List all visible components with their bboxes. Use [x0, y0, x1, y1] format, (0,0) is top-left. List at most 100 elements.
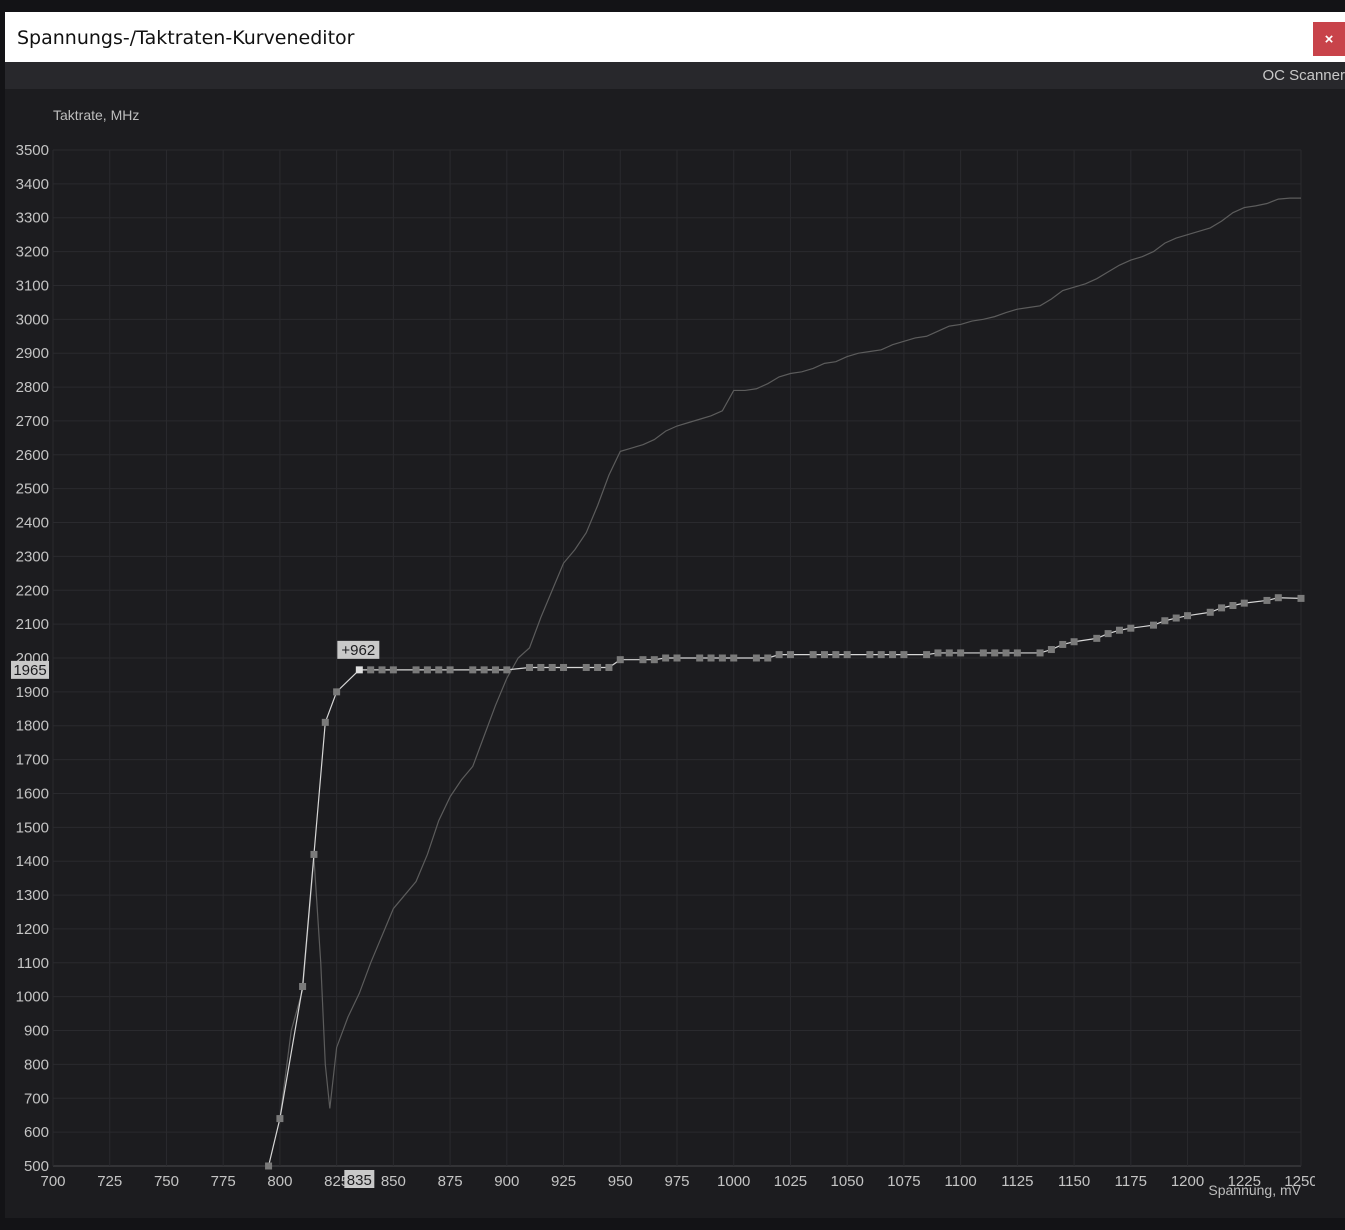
curve-point[interactable]: [866, 651, 874, 659]
y-tick-label: 1000: [16, 989, 49, 1006]
close-button[interactable]: ×: [1313, 22, 1345, 56]
y-tick-label: 2400: [16, 515, 49, 532]
curve-point[interactable]: [469, 666, 477, 674]
curve-point[interactable]: [446, 666, 454, 674]
curve-point[interactable]: [889, 651, 897, 659]
curve-point[interactable]: [333, 688, 341, 696]
curve-point[interactable]: [639, 656, 647, 664]
curve-point[interactable]: [1274, 594, 1282, 602]
curve-point[interactable]: [1013, 649, 1021, 657]
curve-point[interactable]: [662, 654, 670, 662]
curve-point[interactable]: [718, 654, 726, 662]
x-tick-label: 1075: [887, 1173, 920, 1190]
curve-point[interactable]: [843, 651, 851, 659]
curve-point[interactable]: [1206, 608, 1214, 616]
curve-point[interactable]: [786, 651, 794, 659]
curve-point[interactable]: [423, 666, 431, 674]
curve-point[interactable]: [605, 663, 613, 671]
x-tick-label: 925: [551, 1173, 576, 1190]
x-axis-ticks: 700 725 750 775 800 825 850 875 900 925 950 975 1000…: [40, 1173, 1315, 1190]
curve-point[interactable]: [991, 649, 999, 657]
y-tick-label: 1100: [17, 955, 49, 972]
y-tick-label: 3500: [16, 142, 49, 159]
curve-point[interactable]: [1229, 602, 1237, 610]
curve-point[interactable]: [832, 651, 840, 659]
curve-point[interactable]: [923, 651, 931, 659]
curve-point[interactable]: [1240, 599, 1248, 607]
curve-point[interactable]: [650, 656, 658, 664]
curve-point[interactable]: [1047, 646, 1055, 654]
oc-scanner-button[interactable]: OC Scanner: [1262, 67, 1345, 84]
curve-point[interactable]: [389, 666, 397, 674]
curve-point[interactable]: [526, 663, 534, 671]
y-tick-label: 700: [24, 1090, 49, 1107]
curve-point[interactable]: [934, 649, 942, 657]
curve-point[interactable]: [900, 651, 908, 659]
curve-point[interactable]: [1093, 634, 1101, 642]
curve-point[interactable]: [673, 654, 681, 662]
curve-point[interactable]: [367, 666, 375, 674]
curve-point[interactable]: [310, 850, 318, 858]
x-tick-label: 950: [608, 1173, 633, 1190]
curve-point[interactable]: [537, 663, 545, 671]
curve-point[interactable]: [491, 666, 499, 674]
curve-point[interactable]: [979, 649, 987, 657]
y-tick-label: 1500: [16, 819, 49, 836]
x-tick-label: 1000: [717, 1173, 750, 1190]
x-tick-label: 850: [381, 1173, 406, 1190]
y-tick-label: 900: [24, 1023, 49, 1040]
selected-curve-point[interactable]: [355, 666, 363, 674]
curve-point[interactable]: [594, 663, 602, 671]
curve-point[interactable]: [299, 983, 307, 991]
curve-point[interactable]: [1150, 621, 1158, 629]
y-tick-label: 600: [24, 1124, 49, 1141]
curve-point[interactable]: [582, 663, 590, 671]
curve-point[interactable]: [1059, 640, 1067, 648]
curve-point[interactable]: [1036, 649, 1044, 657]
y-tick-label: 1700: [16, 752, 49, 769]
curve-point[interactable]: [265, 1162, 273, 1170]
curve-point[interactable]: [378, 666, 386, 674]
curve-point[interactable]: [1161, 617, 1169, 625]
curve-point[interactable]: [707, 654, 715, 662]
curve-point[interactable]: [480, 666, 488, 674]
curve-point[interactable]: [560, 663, 568, 671]
curve-point[interactable]: [730, 654, 738, 662]
y-tick-label: 3100: [16, 277, 49, 294]
curve-point[interactable]: [1172, 614, 1180, 622]
y-axis-ticks: 5006007008009001000110012001300140015001…: [16, 142, 49, 1175]
curve-point[interactable]: [877, 651, 885, 659]
curve-point[interactable]: [1297, 594, 1305, 602]
curve-point[interactable]: [1104, 630, 1112, 638]
curve-point[interactable]: [616, 656, 624, 664]
curve-point[interactable]: [548, 663, 556, 671]
curve-point[interactable]: [764, 654, 772, 662]
curve-point[interactable]: [412, 666, 420, 674]
curve-point[interactable]: [435, 666, 443, 674]
curve-point[interactable]: [752, 654, 760, 662]
y-axis-title: Taktrate, MHz: [53, 107, 139, 123]
y-tick-label: 1600: [16, 785, 49, 802]
curve-point[interactable]: [775, 651, 783, 659]
x-tick-label: 1200: [1171, 1173, 1204, 1190]
curve-point[interactable]: [945, 649, 953, 657]
curve-point[interactable]: [809, 651, 817, 659]
y-tick-label: 2300: [16, 548, 49, 565]
curve-point[interactable]: [957, 649, 965, 657]
curve-point[interactable]: [1184, 612, 1192, 620]
curve-point[interactable]: [503, 666, 511, 674]
y-tick-label: 1200: [16, 921, 49, 938]
curve-point[interactable]: [696, 654, 704, 662]
curve-point[interactable]: [1218, 604, 1226, 612]
curve-point[interactable]: [321, 718, 329, 726]
title-bar[interactable]: Spannungs-/Taktraten-Kurveneditor ×: [5, 12, 1345, 62]
curve-point[interactable]: [1263, 596, 1271, 604]
curve-point[interactable]: [1115, 626, 1123, 634]
curve-point[interactable]: [1070, 638, 1078, 646]
curve-point[interactable]: [1002, 649, 1010, 657]
curve-point[interactable]: [1127, 624, 1135, 632]
voltage-frequency-chart[interactable]: 5006007008009001000110012001300140015001…: [5, 89, 1315, 1212]
curve-point[interactable]: [276, 1115, 284, 1123]
curve-point[interactable]: [820, 651, 828, 659]
close-icon: ×: [1324, 30, 1334, 48]
